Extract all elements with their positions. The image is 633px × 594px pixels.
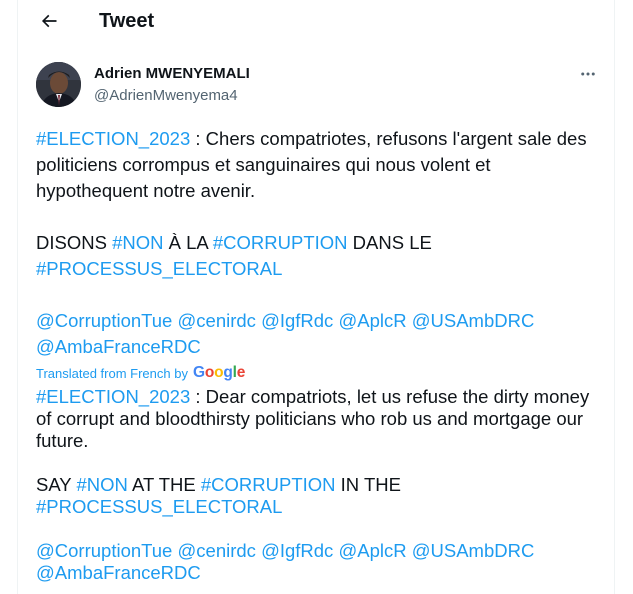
tweet-detail-column: Tweet Adrien MWENYEMALI @AdrienMwenyema4… <box>17 0 615 594</box>
translation-paragraph-2: SAY #NON AT THE #CORRUPTION IN THE #PROCE… <box>36 474 596 518</box>
tweet-mentions: @CorruptionTue @cenirdc @IgfRdc @AplcR @… <box>36 308 596 360</box>
hashtag-link[interactable]: #NON <box>76 474 127 495</box>
avatar[interactable] <box>36 62 81 107</box>
avatar-image <box>36 62 81 107</box>
hashtag-link[interactable]: #PROCESSUS_ELECTORAL <box>36 258 282 279</box>
translation-paragraph-1: #ELECTION_2023 : Dear compatriots, let u… <box>36 386 596 452</box>
author-handle[interactable]: @AdrienMwenyema4 <box>94 86 238 106</box>
hashtag-link[interactable]: #ELECTION_2023 <box>36 128 190 149</box>
translation-text-segment: AT THE <box>127 474 201 495</box>
tweet-text-segment: DANS LE <box>347 232 432 253</box>
mention-link[interactable]: @IgfRdc <box>261 540 333 561</box>
hashtag-link[interactable]: #CORRUPTION <box>213 232 348 253</box>
mention-link[interactable]: @AmbaFranceRDC <box>36 336 201 357</box>
mention-link[interactable]: @AplcR <box>338 310 406 331</box>
arrow-left-icon <box>41 14 57 28</box>
translated-by-row[interactable]: Translated from French by Google <box>36 362 245 384</box>
translated-text: #ELECTION_2023 : Dear compatriots, let u… <box>36 386 596 584</box>
mention-link[interactable]: @USAmbDRC <box>412 540 535 561</box>
translation-text-segment: SAY <box>36 474 77 495</box>
translation-mentions: @CorruptionTue @cenirdc @IgfRdc @AplcR @… <box>36 540 596 584</box>
google-logo: Google <box>192 364 246 381</box>
mention-link[interactable]: @CorruptionTue <box>36 540 172 561</box>
mention-link[interactable]: @CorruptionTue <box>36 310 172 331</box>
hashtag-link[interactable]: #NON <box>112 232 163 253</box>
page-header: Tweet <box>18 0 614 44</box>
translation-text-segment: IN THE <box>335 474 401 495</box>
mention-link[interactable]: @cenirdc <box>178 540 256 561</box>
mention-link[interactable]: @AmbaFranceRDC <box>36 562 201 583</box>
mention-link[interactable]: @cenirdc <box>178 310 256 331</box>
more-options-button[interactable] <box>576 62 600 86</box>
author-name[interactable]: Adrien MWENYEMALI <box>94 64 250 84</box>
tweet-text-segment: À LA <box>163 232 213 253</box>
mention-link[interactable]: @AplcR <box>338 540 406 561</box>
tweet-text: #ELECTION_2023 : Chers compatriotes, ref… <box>36 126 596 360</box>
page-title: Tweet <box>99 10 155 32</box>
translated-label: Translated from French by <box>36 365 188 381</box>
hashtag-link[interactable]: #PROCESSUS_ELECTORAL <box>36 496 282 517</box>
tweet-text-segment: DISONS <box>36 232 113 253</box>
hashtag-link[interactable]: #CORRUPTION <box>201 474 336 495</box>
more-horizontal-icon <box>581 72 595 76</box>
mention-link[interactable]: @USAmbDRC <box>412 310 535 331</box>
hashtag-link[interactable]: #ELECTION_2023 <box>36 386 190 407</box>
tweet-paragraph-1: #ELECTION_2023 : Chers compatriotes, ref… <box>36 126 596 204</box>
tweet-paragraph-2: DISONS #NON À LA #CORRUPTION DANS LE #PRO… <box>36 230 596 282</box>
back-button[interactable] <box>34 6 64 36</box>
mention-link[interactable]: @IgfRdc <box>261 310 333 331</box>
